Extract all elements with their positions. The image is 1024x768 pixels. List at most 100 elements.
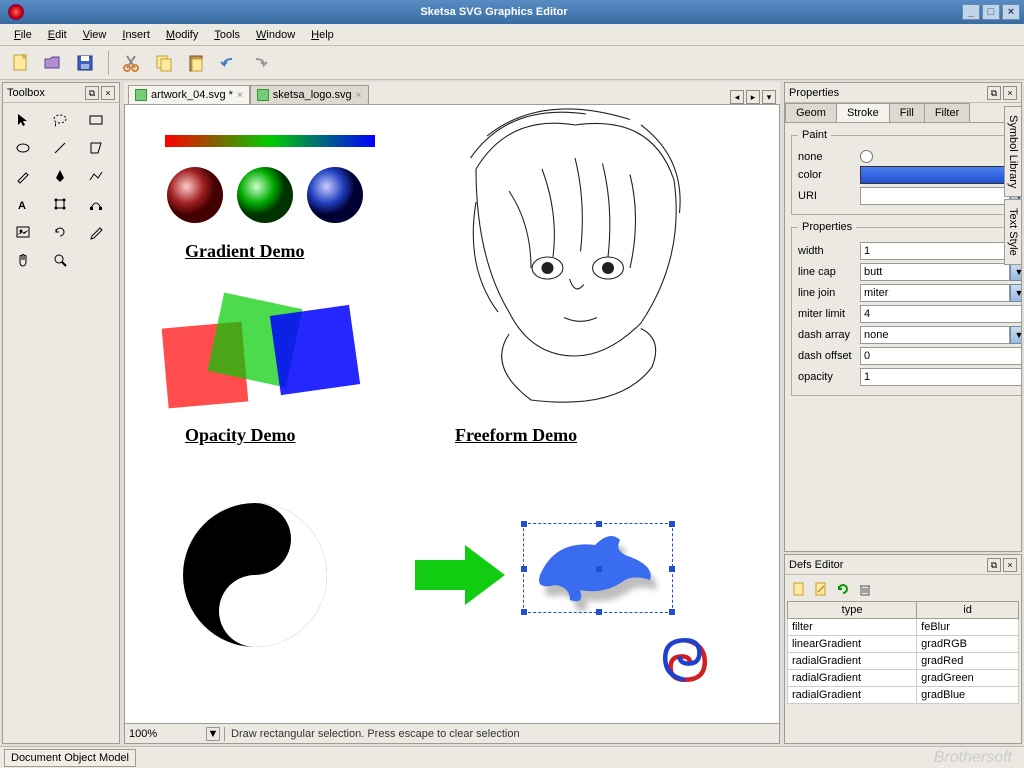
toolbox-title: Toolbox <box>7 87 45 99</box>
watermark: Brothersoft <box>934 749 1020 767</box>
toolbox-panel: Toolbox ⧉ × A <box>2 82 120 744</box>
panel-close-icon[interactable]: × <box>1003 86 1017 100</box>
side-tab-text-style[interactable]: Text Style <box>1004 199 1022 265</box>
dom-button[interactable]: Document Object Model <box>4 749 136 767</box>
open-button[interactable] <box>40 50 66 76</box>
opacity-demo-label: Opacity Demo <box>185 425 295 446</box>
undo-button[interactable] <box>215 50 241 76</box>
tab-fill[interactable]: Fill <box>889 103 925 122</box>
main-toolbar <box>0 46 1024 80</box>
menu-modify[interactable]: Modify <box>158 26 206 44</box>
table-row[interactable]: filterfeBlur <box>788 619 1019 636</box>
dashoffset-input[interactable] <box>860 347 1021 365</box>
tab-filter[interactable]: Filter <box>924 103 970 122</box>
defs-title: Defs Editor <box>789 559 843 571</box>
menu-window[interactable]: Window <box>248 26 303 44</box>
paint-uri-input[interactable] <box>860 187 1010 205</box>
tab-sketsa-logo[interactable]: sketsa_logo.svg × <box>250 85 369 104</box>
tool-lasso[interactable] <box>44 107 76 133</box>
tool-ellipse[interactable] <box>7 135 39 161</box>
tool-pen[interactable] <box>44 163 76 189</box>
zoom-combo[interactable]: 100%▼ <box>125 727 225 741</box>
chevron-down-icon[interactable]: ▼ <box>1010 263 1021 281</box>
tool-rotate[interactable] <box>44 219 76 245</box>
freeform-demo-label: Freeform Demo <box>455 425 577 446</box>
defs-refresh-button[interactable] <box>833 579 853 599</box>
tool-pointer[interactable] <box>7 107 39 133</box>
toolbox-close-icon[interactable]: × <box>101 86 115 100</box>
table-row[interactable]: linearGradientgradRGB <box>788 636 1019 653</box>
paint-color-swatch[interactable] <box>860 166 1021 184</box>
tab-close-icon[interactable]: × <box>356 90 362 101</box>
tool-eyedropper[interactable] <box>80 219 112 245</box>
table-row[interactable]: radialGradientgradBlue <box>788 687 1019 704</box>
tool-pencil[interactable] <box>7 163 39 189</box>
linecap-combo[interactable] <box>860 263 1010 281</box>
tool-image[interactable] <box>7 219 39 245</box>
tab-geom[interactable]: Geom <box>785 103 837 122</box>
tab-stroke[interactable]: Stroke <box>836 103 890 122</box>
properties-panel: Properties ⧉ × Geom Stroke Fill Filter P… <box>784 82 1022 552</box>
paste-button[interactable] <box>183 50 209 76</box>
chevron-down-icon[interactable]: ▼ <box>206 727 220 741</box>
menu-insert[interactable]: Insert <box>114 26 158 44</box>
selection-box[interactable] <box>523 523 673 613</box>
copy-button[interactable] <box>151 50 177 76</box>
svg-text:A: A <box>18 200 26 212</box>
file-icon <box>135 89 147 101</box>
canvas[interactable]: Gradient Demo Opacity Demo Freeform Demo <box>124 104 780 724</box>
menu-edit[interactable]: Edit <box>40 26 75 44</box>
defs-editor-panel: Defs Editor ⧉ × typeid filterfeBlur line… <box>784 554 1022 744</box>
table-row[interactable]: radialGradientgradGreen <box>788 670 1019 687</box>
minimize-button[interactable]: _ <box>962 4 980 20</box>
tool-line[interactable] <box>44 135 76 161</box>
defs-edit-button[interactable] <box>811 579 831 599</box>
side-tab-symbol-library[interactable]: Symbol Library <box>1004 106 1022 197</box>
tab-next-button[interactable]: ▸ <box>746 90 760 104</box>
tool-node-edit[interactable] <box>80 191 112 217</box>
panel-pin-icon[interactable]: ⧉ <box>987 86 1001 100</box>
tab-prev-button[interactable]: ◂ <box>730 90 744 104</box>
tool-text[interactable]: A <box>7 191 39 217</box>
menu-help[interactable]: Help <box>303 26 342 44</box>
defs-new-button[interactable] <box>789 579 809 599</box>
new-button[interactable] <box>8 50 34 76</box>
defs-delete-button[interactable] <box>855 579 875 599</box>
menu-tools[interactable]: Tools <box>206 26 248 44</box>
linejoin-combo[interactable] <box>860 284 1010 302</box>
chevron-down-icon[interactable]: ▼ <box>1010 326 1021 344</box>
panel-pin-icon[interactable]: ⧉ <box>987 558 1001 572</box>
tab-artwork[interactable]: artwork_04.svg * × <box>128 85 250 104</box>
tab-close-icon[interactable]: × <box>237 90 243 101</box>
file-icon <box>257 89 269 101</box>
maximize-button[interactable]: □ <box>982 4 1000 20</box>
chevron-down-icon[interactable]: ▼ <box>1010 284 1021 302</box>
table-row[interactable]: radialGradientgradRed <box>788 653 1019 670</box>
properties-title: Properties <box>789 87 839 99</box>
cut-button[interactable] <box>119 50 145 76</box>
menu-view[interactable]: View <box>75 26 115 44</box>
tool-rectangle[interactable] <box>80 107 112 133</box>
document-tabs: artwork_04.svg * × sketsa_logo.svg × ◂ ▸… <box>124 82 780 104</box>
close-button[interactable]: × <box>1002 4 1020 20</box>
tool-zoom[interactable] <box>44 247 76 273</box>
dasharray-combo[interactable] <box>860 326 1010 344</box>
tool-polyline[interactable] <box>80 163 112 189</box>
stroke-width-input[interactable] <box>860 242 1021 260</box>
panel-close-icon[interactable]: × <box>1003 558 1017 572</box>
tool-hand[interactable] <box>7 247 39 273</box>
menu-file[interactable]: File <box>6 26 40 44</box>
tool-transform[interactable] <box>44 191 76 217</box>
stroke-opacity-input[interactable] <box>860 368 1021 386</box>
tool-polygon[interactable] <box>80 135 112 161</box>
canvas-artwork <box>125 105 745 705</box>
window-title: Sketsa SVG Graphics Editor <box>28 6 960 18</box>
paint-none-radio[interactable] <box>860 150 873 163</box>
app-icon <box>8 4 24 20</box>
defs-table: typeid filterfeBlur linearGradientgradRG… <box>787 601 1019 704</box>
toolbox-pin-icon[interactable]: ⧉ <box>85 86 99 100</box>
miterlimit-input[interactable] <box>860 305 1021 323</box>
redo-button[interactable] <box>247 50 273 76</box>
tab-list-button[interactable]: ▾ <box>762 90 776 104</box>
save-button[interactable] <box>72 50 98 76</box>
